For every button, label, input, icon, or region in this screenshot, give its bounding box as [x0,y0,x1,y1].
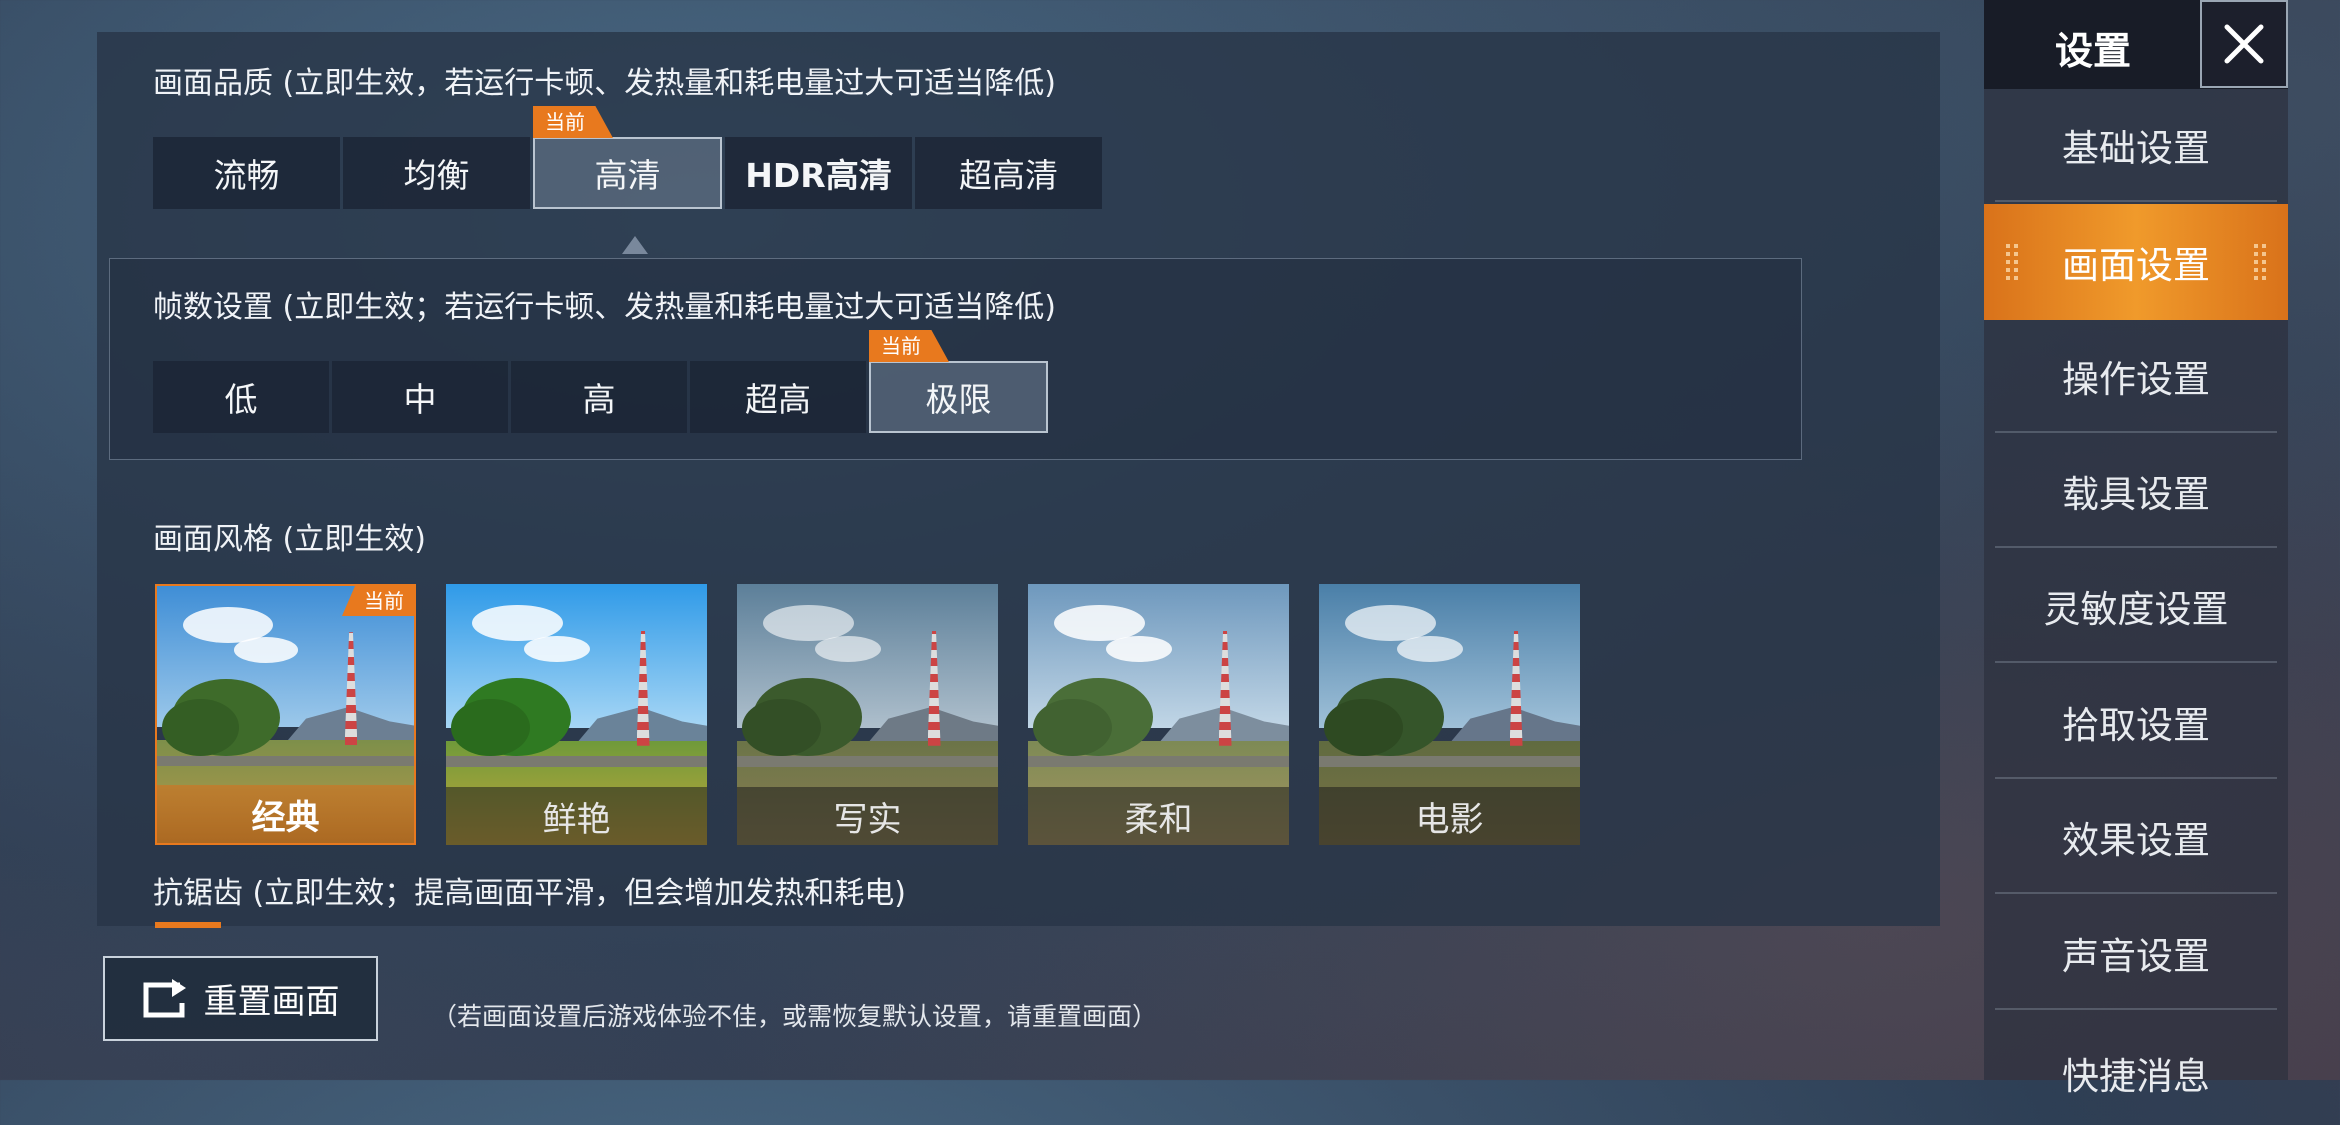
quality-selector: 流畅 均衡 当前 高清 HDR高清 超高清 [153,106,1105,209]
reset-graphics-button[interactable]: 重置画面 [103,956,378,1041]
grip-icon [2014,244,2018,284]
quality-option-hdr[interactable]: HDR高清 [725,137,912,209]
quality-title: 画面品质 (立即生效，若运行卡顿、发热量和耗电量过大可适当降低) [153,66,1056,101]
quality-option-smooth[interactable]: 流畅 [153,137,340,209]
current-badge-partial [155,922,221,928]
style-label: 电影 [1319,787,1580,845]
reset-button-label: 重置画面 [203,982,340,1022]
style-label: 写实 [737,787,998,845]
sidebar-item-quick-messages[interactable]: 快捷消息 [1995,1012,2277,1125]
fps-option-low[interactable]: 低 [153,361,329,433]
style-label: 柔和 [1028,787,1289,845]
sidebar-item-audio[interactable]: 声音设置 [1995,897,2277,1010]
style-label: 经典 [157,785,414,843]
style-card-realistic[interactable]: 写实 [737,584,998,845]
close-button[interactable] [2200,0,2288,88]
sidebar-item-vehicle[interactable]: 载具设置 [1995,435,2277,548]
reset-icon [143,978,186,1017]
style-label: 鲜艳 [446,787,707,845]
grip-icon [2254,244,2258,284]
grip-icon [2262,244,2266,284]
style-selector: 当前 经典 鲜艳 写实 柔和 电影 [155,584,1610,845]
fps-option-ultra[interactable]: 超高 [690,361,866,433]
style-card-cinematic[interactable]: 电影 [1319,584,1580,845]
sidebar-item-sensitivity[interactable]: 灵敏度设置 [1995,550,2277,663]
antialias-title: 抗锯齿 (立即生效；提高画面平滑，但会增加发热和耗电) [153,876,906,911]
close-icon [2224,24,2264,64]
sidebar-title: 设置 [2055,29,2132,73]
sidebar-item-controls[interactable]: 操作设置 [1995,320,2277,433]
style-card-soft[interactable]: 柔和 [1028,584,1289,845]
fps-option-high[interactable]: 高 [511,361,687,433]
fps-option-extreme[interactable]: 当前 极限 [869,330,1048,433]
style-title: 画面风格 (立即生效) [153,522,426,557]
fps-option-medium[interactable]: 中 [332,361,508,433]
sidebar-item-effects[interactable]: 效果设置 [1995,781,2277,894]
sidebar-item-basic[interactable]: 基础设置 [1995,89,2277,202]
style-card-classic[interactable]: 当前 经典 [155,584,416,845]
quality-option-hd[interactable]: 当前 高清 [533,106,722,209]
reset-note: （若画面设置后游戏体验不佳，或需恢复默认设置，请重置画面） [432,1002,1158,1031]
fps-title: 帧数设置 (立即生效；若运行卡顿、发热量和耗电量过大可适当降低) [153,290,1056,325]
style-card-vivid[interactable]: 鲜艳 [446,584,707,845]
quality-option-ultra[interactable]: 超高清 [915,137,1102,209]
sidebar-item-graphics[interactable]: 画面设置 [1984,204,2288,320]
quality-option-balanced[interactable]: 均衡 [343,137,530,209]
sidebar-item-pickup[interactable]: 拾取设置 [1995,666,2277,779]
grip-icon [2006,244,2010,284]
caret-up-icon [622,236,648,254]
fps-selector: 低 中 高 超高 当前 极限 [153,330,1051,433]
